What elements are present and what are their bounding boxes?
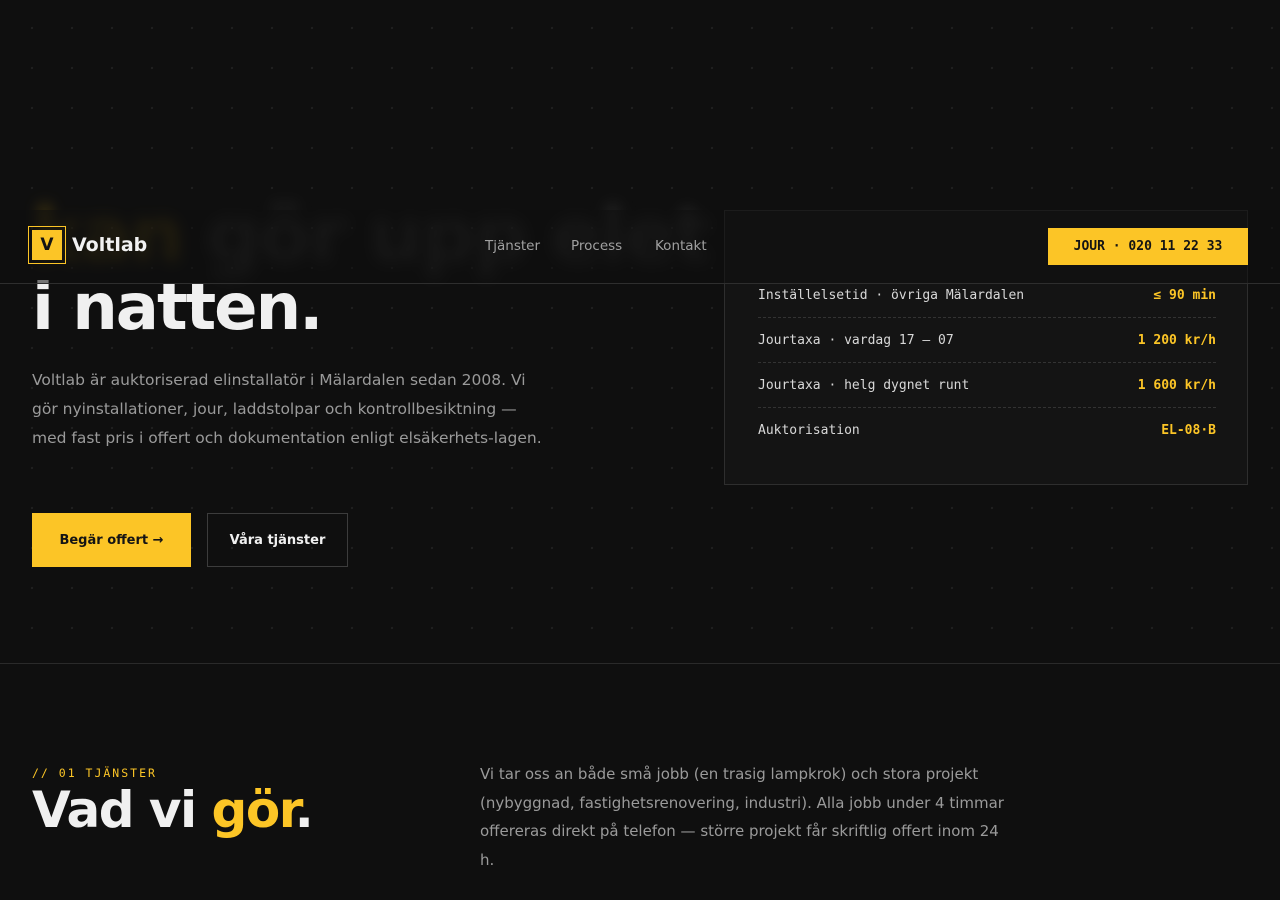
hero-description: Voltlab är auktoriserad elinstallatör i … bbox=[32, 371, 542, 447]
request-quote-button[interactable]: Begär offert → bbox=[32, 513, 191, 567]
info-row-label: Inställelsetid · övriga Mälardalen bbox=[758, 288, 1025, 303]
logo-letter: V bbox=[32, 230, 62, 260]
nav-link-contact[interactable]: Kontakt bbox=[655, 238, 707, 254]
section-description: Vi tar oss an både små jobb (en trasig l… bbox=[480, 765, 1004, 869]
info-row-value: 1 600 kr/h bbox=[1137, 378, 1216, 393]
info-row: Jourtaxa · helg dygnet runt 1 600 kr/h bbox=[758, 364, 1216, 408]
info-row: Auktorisation EL-08·B bbox=[758, 408, 1216, 452]
info-row-value: ≤ 90 min bbox=[1153, 288, 1216, 303]
page: kan gör upp elet i natten. Voltlab är au… bbox=[0, 0, 1280, 900]
info-row: Jourtaxa · vardag 17 – 07 1 200 kr/h bbox=[758, 319, 1216, 363]
info-row-label: Jourtaxa · vardag 17 – 07 bbox=[758, 333, 954, 348]
logo-mark[interactable]: V bbox=[28, 226, 66, 264]
emergency-phone-button[interactable]: JOUR · 020 11 22 33 bbox=[1048, 228, 1248, 265]
section-eyebrow: // 01 TJÄNSTER bbox=[32, 766, 157, 780]
info-row-value: EL-08·B bbox=[1161, 422, 1216, 438]
info-row-label: Jourtaxa · helg dygnet runt bbox=[758, 378, 970, 393]
nav-link-services[interactable]: Tjänster bbox=[485, 238, 540, 254]
info-row-value: 1 200 kr/h bbox=[1137, 333, 1216, 348]
section-title: Vad vi gör. bbox=[32, 781, 314, 839]
nav-link-process[interactable]: Process bbox=[571, 238, 622, 254]
our-services-button[interactable]: Våra tjänster bbox=[207, 513, 348, 567]
brand-name[interactable]: Voltlab bbox=[72, 234, 147, 256]
info-row-label: Auktorisation bbox=[758, 422, 860, 438]
hero-section: kan gör upp elet i natten. Voltlab är au… bbox=[0, 0, 1280, 664]
